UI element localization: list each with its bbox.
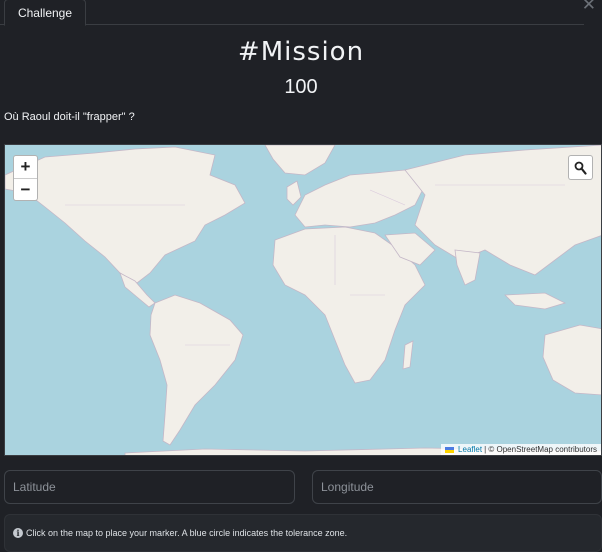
tab-challenge[interactable]: Challenge — [4, 0, 86, 26]
map-search-button[interactable] — [568, 155, 593, 180]
latitude-input[interactable]: Latitude — [4, 470, 295, 504]
hint-box: i Click on the map to place your marker.… — [4, 514, 602, 552]
zoom-out-button[interactable]: − — [14, 178, 37, 200]
world-map[interactable]: + − Leaflet | © OpenStreetMap contributo… — [4, 144, 602, 456]
challenge-title: #Mission — [237, 37, 365, 67]
close-icon[interactable]: ✕ — [582, 0, 596, 13]
map-tiles — [5, 145, 601, 455]
zoom-in-button[interactable]: + — [14, 156, 37, 178]
challenge-question: Où Raoul doit-il "frapper" ? — [4, 111, 135, 123]
challenge-points: 100 — [284, 76, 318, 98]
osm-attribution: | © OpenStreetMap contributors — [484, 445, 597, 454]
zoom-control: + − — [13, 155, 38, 201]
search-icon — [574, 161, 587, 175]
info-icon: i — [13, 528, 23, 538]
tab-bar: Challenge — [0, 0, 584, 26]
longitude-input[interactable]: Longitude — [312, 470, 602, 504]
leaflet-link[interactable]: Leaflet — [458, 445, 482, 454]
map-attribution: Leaflet | © OpenStreetMap contributors — [441, 444, 601, 455]
hint-text: Click on the map to place your marker. A… — [26, 528, 348, 538]
ukraine-flag-icon — [445, 446, 455, 453]
